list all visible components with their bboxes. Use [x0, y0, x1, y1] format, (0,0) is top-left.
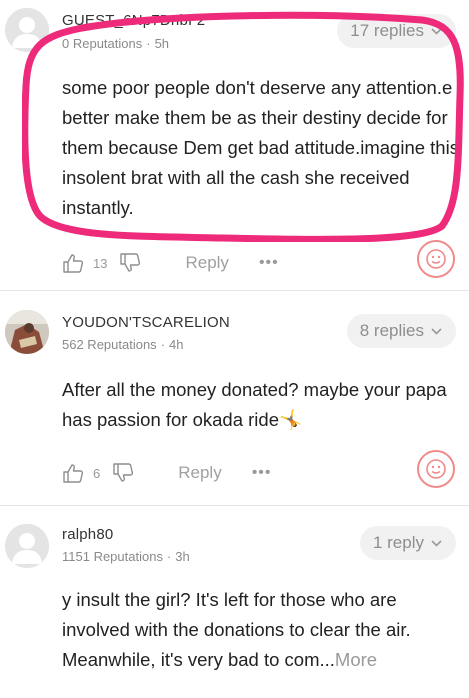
comment-actions: 13 Reply ••• [62, 250, 279, 276]
timestamp: 3h [175, 549, 190, 564]
comment-body: After all the money donated? maybe your … [62, 379, 447, 430]
reaction-icon [426, 459, 446, 479]
thumbs-down-icon[interactable] [112, 462, 134, 484]
comment-item: ralph80 1151 Reputations · 3h 1 reply y in… [0, 506, 469, 698]
user-avatar[interactable] [5, 8, 49, 52]
thumbs-up-icon[interactable] [62, 462, 84, 484]
comment-item: YOUDON'TSCARELION 562 Reputations · 4h 8 r… [0, 292, 469, 504]
comment-actions: 6 Reply ••• [62, 460, 272, 486]
meta-separator: · [160, 337, 166, 352]
replies-button[interactable]: 17 replies [337, 14, 456, 48]
meta-separator: · [166, 549, 172, 564]
comment-text: y insult the girl? It's left for those w… [62, 585, 462, 675]
thumbs-up-icon[interactable] [62, 252, 84, 274]
more-link[interactable]: More [335, 649, 377, 670]
reputation-count: 0 Reputations [62, 36, 143, 51]
timestamp: 4h [169, 337, 184, 352]
reaction-button[interactable] [417, 450, 455, 488]
reaction-button[interactable] [417, 240, 455, 278]
reply-button[interactable]: Reply [185, 253, 228, 273]
replies-button[interactable]: 8 replies [346, 314, 456, 348]
default-avatar-icon [5, 524, 49, 568]
timestamp: 5h [154, 36, 170, 51]
replies-count: 8 replies [359, 321, 424, 340]
thumbs-down-icon[interactable] [119, 252, 141, 274]
reaction-icon [426, 249, 446, 269]
chevron-down-icon [431, 539, 442, 547]
chevron-down-icon [431, 327, 442, 335]
reply-button[interactable]: Reply [178, 463, 221, 483]
default-avatar-icon [5, 8, 49, 52]
meta-separator: · [146, 36, 151, 51]
replies-count: 17 replies [350, 21, 424, 40]
user-avatar[interactable] [5, 310, 49, 354]
comment-text: After all the money donated? maybe your … [62, 375, 462, 435]
user-avatar[interactable] [5, 524, 49, 568]
user-meta: 562 Reputations · 4h [62, 337, 184, 352]
reputation-count: 562 Reputations [62, 337, 157, 352]
reputation-count: 1151 Reputations [62, 549, 163, 564]
replies-count: 1 reply [372, 533, 424, 552]
username[interactable]: YOUDON'TSCARELION [62, 314, 230, 331]
more-options-icon[interactable]: ••• [259, 254, 279, 272]
chevron-down-icon [431, 27, 442, 35]
like-count: 6 [93, 465, 101, 481]
more-options-icon[interactable]: ••• [252, 464, 272, 482]
username[interactable]: GUEST_6Np7DnbI 2 [62, 12, 205, 29]
user-meta: 1151 Reputations · 3h [62, 549, 190, 564]
comment-text: some poor people don't deserve any atten… [62, 77, 459, 218]
emoji: 🤸 [279, 409, 303, 430]
replies-button[interactable]: 1 reply [359, 526, 456, 560]
like-count: 13 [93, 255, 108, 271]
user-meta: 0 Reputations · 5h [62, 36, 169, 51]
username[interactable]: ralph80 [62, 526, 113, 543]
comment-divider [0, 290, 469, 291]
comment-item: GUEST_6Np7DnbI 2 0 Reputations · 5h 17 rep… [0, 0, 469, 290]
photo-avatar [5, 310, 49, 354]
